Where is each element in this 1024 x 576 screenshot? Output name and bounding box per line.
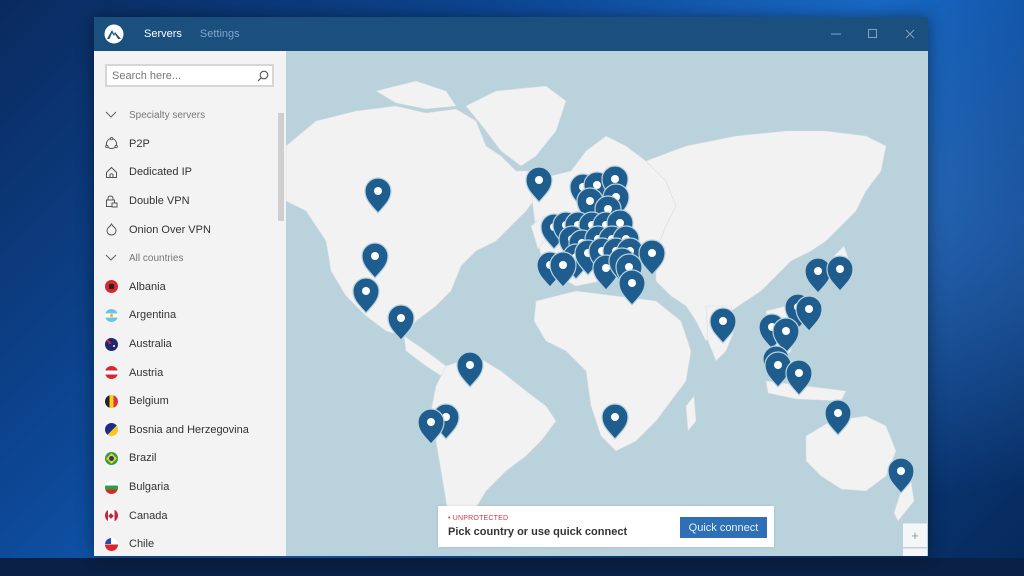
country-belgium[interactable]: Belgium [94, 387, 278, 416]
item-label: Onion Over VPN [129, 223, 211, 236]
item-label: P2P [129, 137, 150, 150]
quick-connect-button[interactable]: Quick connect [680, 517, 767, 538]
country-bulgaria[interactable]: Bulgaria [94, 473, 278, 502]
zoom-out-button[interactable]: — [903, 548, 927, 556]
taskbar [0, 558, 1024, 576]
tab-settings[interactable]: Settings [200, 28, 240, 40]
country-chile[interactable]: Chile [94, 530, 278, 556]
unprotected-label: • UNPROTECTED [448, 515, 509, 522]
section-label: Specialty servers [129, 109, 206, 121]
bulgaria-flag-icon [104, 480, 118, 494]
belgium-flag-icon [104, 394, 118, 408]
onion-icon [104, 223, 118, 237]
argentina-flag-icon [104, 308, 118, 322]
sidebar: Specialty servers P2P Dedicated IP Doubl… [94, 51, 286, 556]
sidebar-item-onion-over-vpn[interactable]: Onion Over VPN [94, 215, 278, 244]
bosnia-flag-icon [104, 423, 118, 437]
sidebar-item-double-vpn[interactable]: Double VPN [94, 187, 278, 216]
home-icon [104, 165, 118, 179]
country-austria[interactable]: Austria [94, 358, 278, 387]
nordvpn-logo-icon [104, 24, 124, 44]
country-argentina[interactable]: Argentina [94, 301, 278, 330]
country-label: Canada [129, 509, 168, 522]
austria-flag-icon [104, 366, 118, 380]
country-albania[interactable]: Albania [94, 273, 278, 302]
server-list: Specialty servers P2P Dedicated IP Doubl… [94, 101, 278, 556]
country-label: Austria [129, 366, 164, 379]
land-arctic-islands [375, 80, 457, 110]
item-label: Dedicated IP [129, 166, 192, 179]
pin-south-korea[interactable] [804, 257, 832, 294]
country-label: Belgium [129, 395, 169, 408]
country-label: Albania [129, 280, 166, 293]
minimize-button[interactable] [817, 17, 854, 51]
close-button[interactable] [891, 17, 928, 51]
world-map[interactable]: • UNPROTECTED Pick country or use quick … [286, 51, 928, 556]
tab-servers[interactable]: Servers [144, 28, 182, 40]
maximize-button[interactable] [854, 17, 891, 51]
country-label: Australia [129, 338, 172, 351]
sidebar-scrollbar[interactable] [278, 113, 284, 221]
section-specialty-servers[interactable]: Specialty servers [94, 101, 278, 130]
double-lock-icon [104, 194, 118, 208]
section-all-countries[interactable]: All countries [94, 244, 278, 273]
app-window: Servers Settings Specialty servers [94, 17, 928, 556]
albania-flag-icon [104, 280, 118, 294]
country-label: Chile [129, 538, 155, 551]
sidebar-item-p2p[interactable]: P2P [94, 130, 278, 159]
country-australia[interactable]: Australia [94, 330, 278, 359]
search-input[interactable] [107, 66, 254, 85]
sidebar-item-dedicated-ip[interactable]: Dedicated IP [94, 158, 278, 187]
land-asia [645, 130, 887, 342]
land-australia [805, 415, 897, 492]
pin-costa-rica[interactable] [387, 304, 415, 341]
zoom-in-button[interactable]: + [903, 523, 927, 547]
country-brazil[interactable]: Brazil [94, 444, 278, 473]
search-box[interactable] [105, 64, 274, 87]
status-message: Pick country or use quick connect [448, 526, 628, 538]
chevron-down-icon [104, 108, 118, 122]
country-label: Argentina [129, 309, 177, 322]
item-label: Double VPN [129, 195, 190, 208]
section-label: All countries [129, 252, 184, 264]
title-bar: Servers Settings [94, 17, 928, 51]
country-label: Bosnia and Herzegovina [129, 423, 249, 436]
p2p-icon [104, 137, 118, 151]
search-icon[interactable] [254, 70, 272, 82]
connection-status-card: • UNPROTECTED Pick country or use quick … [438, 506, 774, 547]
country-label: Brazil [129, 452, 157, 465]
chevron-down-icon [104, 251, 118, 265]
country-label: Bulgaria [129, 481, 170, 494]
pin-japan[interactable] [826, 255, 854, 292]
country-canada[interactable]: Canada [94, 501, 278, 530]
australia-flag-icon [104, 337, 118, 351]
map-canvas [286, 80, 915, 542]
chile-flag-icon [104, 537, 118, 551]
land-madagascar [685, 395, 697, 432]
brazil-flag-icon [104, 451, 118, 465]
country-bosnia-and-herzegovina[interactable]: Bosnia and Herzegovina [94, 416, 278, 445]
canada-flag-icon [104, 509, 118, 523]
